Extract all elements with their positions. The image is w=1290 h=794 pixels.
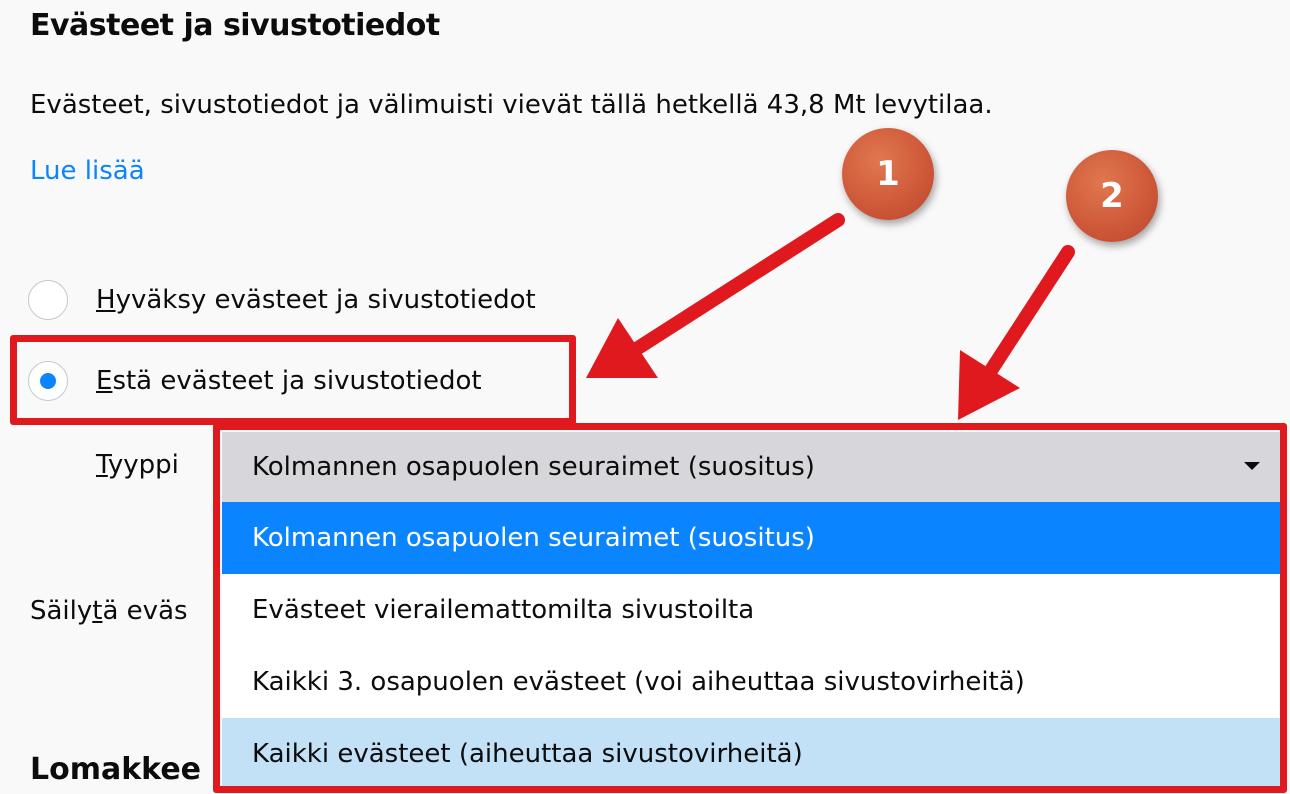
- option-third-party-trackers[interactable]: Kolmannen osapuolen seuraimet (suositus): [222, 502, 1280, 574]
- option-unvisited-sites[interactable]: Evästeet vierailemattomilta sivustoilta: [222, 574, 1280, 646]
- option-all-third-party[interactable]: Kaikki 3. osapuolen evästeet (voi aiheut…: [222, 646, 1280, 718]
- option-all-cookies[interactable]: Kaikki evästeet (aiheuttaa sivustovirhei…: [222, 718, 1280, 790]
- radio-block-cookies[interactable]: Estä evästeet ja sivustotiedot: [28, 357, 482, 405]
- section-title: Evästeet ja sivustotiedot: [30, 8, 440, 43]
- radio-accept-label: Hyväksy evästeet ja sivustotiedot: [96, 285, 536, 315]
- annotation-arrow-2-shaft: [983, 245, 1075, 379]
- radio-block-label: Estä evästeet ja sivustotiedot: [96, 366, 482, 396]
- type-select-value: Kolmannen osapuolen seuraimet (suositus): [252, 452, 815, 482]
- type-select[interactable]: Kolmannen osapuolen seuraimet (suositus): [222, 432, 1280, 502]
- annotation-badge-1: 1: [842, 128, 934, 220]
- type-options-list: Kolmannen osapuolen seuraimet (suositus)…: [222, 502, 1280, 790]
- preferences-page: Evästeet ja sivustotiedot Evästeet, sivu…: [0, 0, 1290, 794]
- forms-heading: Lomakkee: [30, 752, 202, 787]
- annotation-arrow-1-shaft: [631, 213, 845, 355]
- learn-more-link[interactable]: Lue lisää: [30, 156, 145, 186]
- keep-cookies-label: Säilytä eväs: [30, 596, 188, 626]
- radio-accept-cookies[interactable]: Hyväksy evästeet ja sivustotiedot: [28, 276, 536, 324]
- radio-button-accept[interactable]: [28, 280, 68, 320]
- dropdown-arrow-icon: [1244, 462, 1260, 470]
- storage-description: Evästeet, sivustotiedot ja välimuisti vi…: [30, 90, 993, 120]
- type-label: Tyyppi: [96, 450, 179, 480]
- annotation-arrow-1-head: [586, 318, 658, 378]
- annotation-arrow-2-head: [958, 350, 1020, 420]
- annotation-badge-2: 2: [1066, 150, 1158, 242]
- radio-button-block[interactable]: [28, 361, 68, 401]
